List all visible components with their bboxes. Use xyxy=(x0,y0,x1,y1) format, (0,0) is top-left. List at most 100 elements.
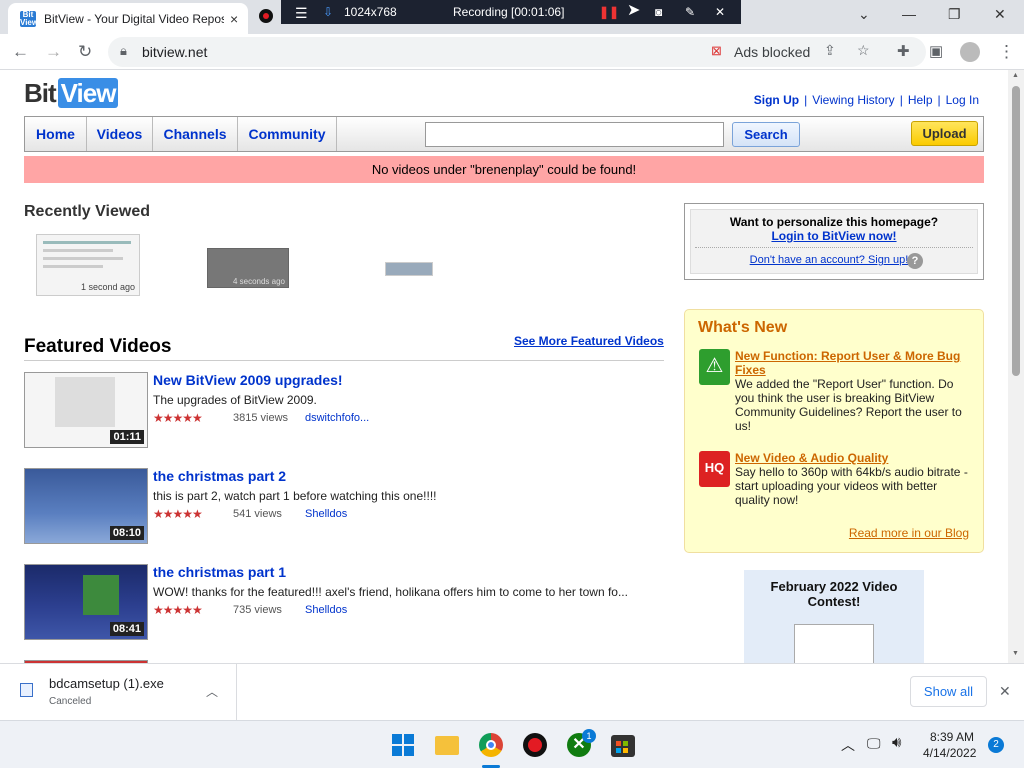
video-views: 735 views xyxy=(233,604,282,616)
viewing-history-link[interactable]: Viewing History xyxy=(807,93,899,107)
forward-icon[interactable]: → xyxy=(45,42,62,62)
nav-home[interactable]: Home xyxy=(25,117,87,151)
chevron-up-icon[interactable]: ︿ xyxy=(206,683,218,700)
video-description: The upgrades of BitView 2009. xyxy=(153,393,317,407)
chrome-icon[interactable] xyxy=(479,733,503,757)
browser-tab[interactable]: Bit View BitView - Your Digital Video Rep… xyxy=(8,3,248,34)
login-promo-inner: Want to personalize this homepage? Login… xyxy=(690,209,978,274)
search-button[interactable]: Search xyxy=(732,122,800,147)
scroll-thumb[interactable] xyxy=(1012,86,1020,376)
video-thumbnail[interactable]: 01:11 xyxy=(24,372,148,448)
whats-new-item-link[interactable]: New Function: Report User & More Bug Fix… xyxy=(735,349,975,377)
nav-community[interactable]: Community xyxy=(238,117,337,151)
notifications-badge[interactable]: 2 xyxy=(988,737,1004,753)
video-item: 01:11 New BitView 2009 upgrades! The upg… xyxy=(24,372,664,452)
recent-thumb-3[interactable] xyxy=(385,262,433,276)
clock-time[interactable]: 8:39 AM xyxy=(930,730,974,744)
login-promo-question: Want to personalize this homepage? xyxy=(729,215,939,229)
video-title[interactable]: the christmas part 1 xyxy=(153,564,286,580)
see-more-featured-link[interactable]: See More Featured Videos xyxy=(514,334,664,348)
help-icon[interactable]: ? xyxy=(907,253,923,269)
video-title[interactable]: New BitView 2009 upgrades! xyxy=(153,372,343,388)
store-sq xyxy=(616,741,621,746)
scroll-down-icon[interactable]: ▼ xyxy=(1012,650,1019,657)
signup-link[interactable]: Don't have an account? Sign up! xyxy=(691,254,967,266)
whats-new-item-link[interactable]: New Video & Audio Quality xyxy=(735,451,975,465)
thumb-line xyxy=(43,257,123,260)
network-icon[interactable]: 🖵︎ xyxy=(867,735,881,752)
profile-avatar-icon[interactable] xyxy=(960,42,980,62)
back-icon[interactable]: ← xyxy=(12,42,29,62)
recent-thumb-2[interactable]: 4 seconds ago xyxy=(207,248,289,288)
tab-search-icon[interactable]: ⌄ xyxy=(858,6,870,23)
close-download-bar-icon[interactable]: ✕ xyxy=(999,683,1011,700)
video-item: 08:10 the christmas part 2 this is part … xyxy=(24,468,664,548)
address-bar[interactable]: 🔒︎ bitview.net ⊠ Ads blocked ⇪ ☆ xyxy=(108,37,926,67)
bitview-logo[interactable]: Bit View xyxy=(24,78,119,110)
upload-button[interactable]: Upload xyxy=(911,121,978,146)
address-text: bitview.net xyxy=(142,44,208,60)
ads-blocked-label[interactable]: Ads blocked xyxy=(734,44,810,60)
maximize-button[interactable]: ❐ xyxy=(948,6,961,23)
clock-date[interactable]: 4/14/2022 xyxy=(923,746,976,760)
featured-heading: Featured Videos xyxy=(24,336,172,357)
duration-badge: 08:41 xyxy=(109,622,144,636)
recorder-pencil-icon[interactable]: ✎ xyxy=(685,5,695,19)
reload-icon[interactable]: ↻ xyxy=(78,42,92,62)
recorder-camera-icon[interactable]: ◙ xyxy=(655,5,662,19)
video-author-link[interactable]: dswitchfofo... xyxy=(305,412,369,424)
file-explorer-icon[interactable] xyxy=(435,736,459,755)
share-icon[interactable]: ⇪ xyxy=(824,42,836,59)
sign-up-link[interactable]: Sign Up xyxy=(749,93,804,107)
chevron-up-tray-icon[interactable]: ︿ xyxy=(841,735,855,755)
win-square xyxy=(392,734,402,744)
login-now-link[interactable]: Login to BitView now! xyxy=(691,229,977,243)
recorder-close-icon[interactable]: ✕ xyxy=(715,5,725,19)
minimize-button[interactable]: — xyxy=(902,6,916,22)
rating-stars-icon: ★★★★★ xyxy=(153,603,203,617)
recent-thumb-1[interactable]: 1 second ago xyxy=(36,234,140,296)
blog-link[interactable]: Read more in our Blog xyxy=(849,526,969,540)
volume-icon[interactable]: 🔊︎ xyxy=(892,734,901,751)
log-in-link[interactable]: Log In xyxy=(941,93,984,107)
windows-start-icon[interactable] xyxy=(391,733,415,757)
win-square xyxy=(404,734,414,744)
contest-image[interactable] xyxy=(794,624,874,663)
bookmark-star-icon[interactable]: ☆ xyxy=(857,42,870,59)
side-panel-icon[interactable]: ▣ xyxy=(929,42,943,60)
recorder-pause-icon[interactable]: ❚❚ xyxy=(599,5,619,19)
thumb-figure xyxy=(83,575,119,615)
tab-close-icon[interactable]: × xyxy=(230,11,238,27)
video-author-link[interactable]: Shelldos xyxy=(305,508,347,520)
show-all-button[interactable]: Show all xyxy=(910,676,987,707)
lock-icon[interactable]: 🔒︎ xyxy=(120,43,127,59)
recorder-pin-icon[interactable]: ⇩ xyxy=(323,5,333,19)
recorder-toolbar: ☰ ⇩ 1024x768 Recording [00:01:06] ❚❚ ➤ ◙… xyxy=(281,0,741,24)
help-link[interactable]: Help xyxy=(903,93,938,107)
recorder-status: Recording [00:01:06] xyxy=(453,5,565,19)
whats-new-heading: What's New xyxy=(698,319,788,336)
video-thumbnail[interactable]: 08:10 xyxy=(24,468,148,544)
recorder-menu-icon[interactable]: ☰ xyxy=(295,5,308,22)
nav-channels[interactable]: Channels xyxy=(153,117,238,151)
page-scrollbar[interactable]: ▲ ▼ xyxy=(1008,70,1024,663)
browser-menu-icon[interactable]: ⋮ xyxy=(998,42,1015,62)
video-title[interactable]: the christmas part 2 xyxy=(153,468,286,484)
nav-videos[interactable]: Videos xyxy=(87,117,153,151)
bandicam-icon[interactable] xyxy=(523,733,547,757)
close-window-button[interactable]: ✕ xyxy=(994,6,1006,23)
recorder-resolution: 1024x768 xyxy=(344,5,397,19)
download-item[interactable]: bdcamsetup (1).exe Canceled ︿ xyxy=(0,664,237,720)
video-thumbnail[interactable]: 08:41 xyxy=(24,564,148,640)
scroll-up-icon[interactable]: ▲ xyxy=(1012,72,1019,79)
ads-blocked-icon[interactable]: ⊠ xyxy=(711,43,722,59)
video-author-link[interactable]: Shelldos xyxy=(305,604,347,616)
store-icon[interactable] xyxy=(611,735,635,757)
main-nav: Home Videos Channels Community Search Up… xyxy=(24,116,984,152)
thumb-line xyxy=(43,249,113,252)
search-input[interactable] xyxy=(425,122,724,147)
recorder-app-icon[interactable] xyxy=(259,9,273,23)
extensions-icon[interactable]: ✚ xyxy=(897,42,910,60)
logo-view: View xyxy=(57,78,119,108)
top-links: Sign Up | Viewing History | Help | Log In xyxy=(749,93,984,107)
